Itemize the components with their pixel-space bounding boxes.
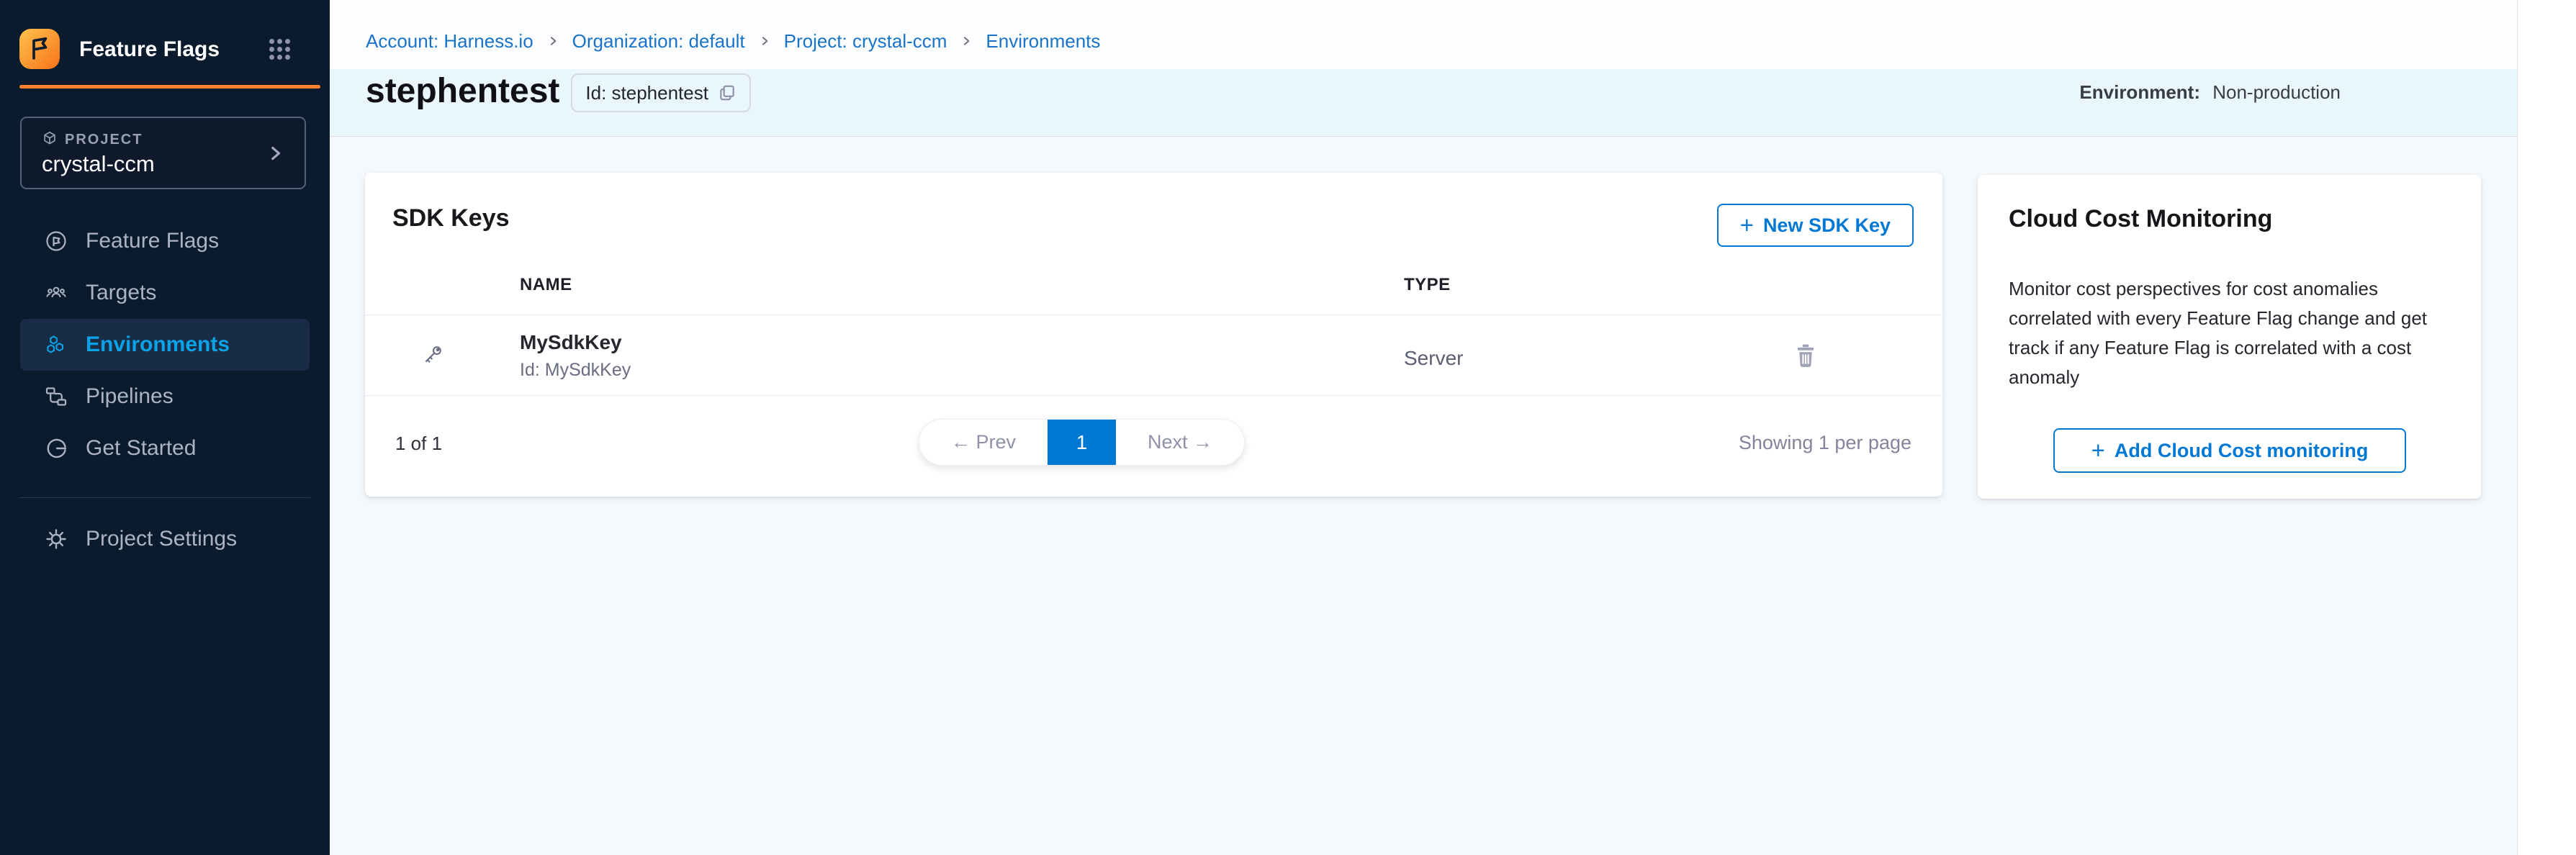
main-area: Account: Harness.io Organization: defaul… [330, 0, 2517, 855]
pipeline-icon [45, 385, 68, 408]
people-icon [45, 281, 68, 304]
breadcrumb-environments[interactable]: Environments [986, 30, 1100, 53]
plus-icon: + [1740, 214, 1754, 236]
project-name: crystal-ccm [42, 151, 155, 177]
table-footer: 1 of 1 ← Prev 1 Next → Showing 1 per pag… [365, 396, 1942, 497]
copy-icon[interactable] [718, 83, 737, 102]
feature-flags-logo-icon [19, 29, 60, 69]
sidebar: Feature Flags PROJECT crystal-ccm [0, 0, 330, 855]
sidebar-item-label: Feature Flags [86, 229, 219, 253]
project-selector[interactable]: PROJECT crystal-ccm [20, 117, 306, 189]
sidebar-item-label: Environments [86, 332, 230, 357]
new-sdk-key-label: New SDK Key [1763, 214, 1891, 237]
cube-icon [42, 130, 58, 150]
sdk-key-id: Id: MySdkKey [520, 360, 631, 381]
sidebar-item-label: Targets [86, 281, 156, 305]
sidebar-item-pipelines[interactable]: Pipelines [20, 371, 310, 422]
breadcrumb-organization[interactable]: Organization: default [572, 30, 745, 53]
module-brand: Feature Flags [0, 0, 330, 85]
sidebar-item-feature-flags[interactable]: Feature Flags [20, 215, 310, 267]
page-header: stephentest Id: stephentest Environment:… [330, 69, 2517, 137]
page-title: stephentest [366, 72, 559, 111]
cloud-cost-card: Cloud Cost Monitoring Monitor cost persp… [1978, 175, 2481, 499]
environment-type: Environment: Non-production [2079, 81, 2341, 104]
environment-type-value: Non-production [2212, 81, 2341, 103]
per-page-label: Showing 1 per page [1739, 432, 1911, 454]
sidebar-item-environments[interactable]: Environments [20, 319, 310, 371]
key-icon [420, 343, 445, 371]
sidebar-item-label: Get Started [86, 436, 196, 461]
next-page-button[interactable]: Next → [1116, 420, 1244, 465]
column-header-type: TYPE [1404, 275, 1451, 295]
cloud-cost-title: Cloud Cost Monitoring [2009, 205, 2272, 233]
environment-id-chip: Id: stephentest [571, 73, 751, 112]
hexagons-icon [45, 333, 68, 356]
sdk-key-type: Server [1404, 347, 1463, 370]
cloud-cost-description: Monitor cost perspectives for cost anoma… [2009, 274, 2464, 392]
environment-type-label: Environment: [2079, 81, 2200, 103]
table-row[interactable]: MySdkKey Id: MySdkKey Server [365, 315, 1942, 396]
app-grid-icon[interactable] [269, 39, 290, 60]
column-header-name: NAME [520, 275, 572, 295]
sidebar-item-label: Pipelines [86, 384, 174, 409]
get-started-icon [45, 437, 68, 460]
sdk-keys-title: SDK Keys [392, 204, 510, 232]
sidebar-item-targets[interactable]: Targets [20, 267, 310, 319]
prev-page-button[interactable]: ← Prev [919, 420, 1048, 465]
flag-circle-icon [45, 230, 68, 253]
add-cloud-cost-label: Add Cloud Cost monitoring [2115, 440, 2368, 462]
plus-icon: + [2091, 440, 2105, 461]
scrollbar[interactable] [2517, 0, 2576, 855]
sidebar-item-get-started[interactable]: Get Started [20, 422, 310, 474]
sidebar-item-project-settings[interactable]: Project Settings [20, 513, 310, 565]
sdk-key-name: MySdkKey [520, 331, 622, 354]
delete-sdk-key-button[interactable] [1795, 343, 1816, 371]
gear-icon [45, 528, 68, 551]
project-label: PROJECT [65, 132, 143, 148]
new-sdk-key-button[interactable]: + New SDK Key [1717, 204, 1914, 247]
chevron-right-icon [547, 35, 559, 47]
breadcrumb-account[interactable]: Account: Harness.io [366, 30, 533, 53]
sdk-keys-card: SDK Keys + New SDK Key NAME TYPE MySdkKe… [365, 173, 1942, 497]
brand-underline [19, 85, 320, 89]
environment-id-text: Id: stephentest [585, 82, 708, 104]
sidebar-settings: Project Settings [0, 513, 330, 565]
pagination: ← Prev 1 Next → [919, 419, 1245, 466]
breadcrumb: Account: Harness.io Organization: defaul… [330, 0, 2517, 69]
chevron-right-icon [960, 35, 972, 47]
content: SDK Keys + New SDK Key NAME TYPE MySdkKe… [330, 137, 2517, 855]
breadcrumb-project[interactable]: Project: crystal-ccm [784, 30, 947, 53]
add-cloud-cost-button[interactable]: + Add Cloud Cost monitoring [2053, 428, 2406, 473]
page-1-button[interactable]: 1 [1048, 420, 1116, 465]
sidebar-item-label: Project Settings [86, 527, 237, 551]
row-count: 1 of 1 [395, 433, 442, 455]
chevron-right-icon [266, 144, 284, 166]
chevron-right-icon [759, 35, 770, 47]
sidebar-divider [19, 497, 310, 498]
sidebar-nav: Feature Flags Targets Environments [0, 215, 330, 474]
module-title: Feature Flags [79, 37, 220, 62]
